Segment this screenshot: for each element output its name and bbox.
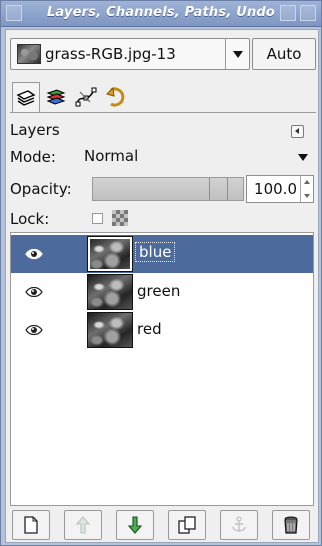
tabs-divider (10, 112, 316, 113)
lock-label: Lock: (10, 210, 50, 228)
layer-list[interactable]: blue green red (10, 232, 314, 506)
slider-divider (209, 178, 210, 200)
trash-icon (284, 516, 298, 534)
tab-paths[interactable] (72, 82, 100, 112)
maximize-button[interactable] (280, 5, 296, 21)
image-selector[interactable]: grass-RGB.jpg-13 (10, 38, 250, 70)
layer-row[interactable]: red (11, 311, 313, 349)
checkerboard-icon (112, 210, 128, 226)
opacity-label: Opacity: (10, 180, 72, 198)
title-bar[interactable]: Layers, Channels, Paths, Undo (1, 1, 321, 27)
layers-icon (16, 89, 36, 106)
anchor-layer-button[interactable] (220, 510, 258, 540)
tab-layers[interactable] (12, 82, 40, 112)
layer-row[interactable]: blue (11, 235, 313, 273)
undo-history-icon (106, 86, 125, 107)
layer-thumbnail[interactable] (87, 236, 133, 272)
opacity-value: 100.0 (254, 180, 297, 198)
image-selector-value: grass-RGB.jpg-13 (45, 45, 176, 63)
layer-actions-bar (6, 510, 318, 542)
raise-layer-button[interactable] (64, 510, 102, 540)
raise-layer-icon (75, 516, 91, 534)
mode-label: Mode: (10, 148, 56, 166)
paths-icon (75, 87, 97, 107)
duplicate-layer-icon (178, 516, 196, 534)
tab-channels[interactable] (42, 82, 70, 112)
layer-row[interactable]: green (11, 273, 313, 311)
lock-alpha-checkbox[interactable] (92, 213, 103, 224)
mode-value: Normal (84, 147, 139, 165)
layer-name[interactable]: green (137, 282, 180, 300)
mode-select[interactable]: Normal (80, 142, 314, 172)
eye-icon[interactable] (25, 248, 43, 260)
tab-undo-history[interactable] (102, 82, 130, 112)
duplicate-layer-button[interactable] (168, 510, 206, 540)
eye-icon[interactable] (25, 324, 43, 336)
close-button[interactable] (300, 5, 316, 21)
chevron-down-icon[interactable] (225, 39, 249, 69)
opacity-slider-fill (93, 178, 243, 200)
layers-panel-title: Layers (10, 121, 60, 139)
layer-name[interactable]: red (137, 320, 162, 338)
dock-tabs (10, 82, 316, 116)
layer-thumbnail[interactable] (87, 274, 133, 310)
slider-divider (227, 178, 228, 200)
new-layer-icon (24, 516, 38, 534)
delete-layer-button[interactable] (272, 510, 310, 540)
anchor-layer-icon (232, 516, 246, 532)
chevron-down-icon[interactable] (292, 142, 314, 172)
spin-up-icon[interactable] (304, 180, 310, 184)
layer-thumbnail[interactable] (87, 312, 133, 348)
dock-panel: grass-RGB.jpg-13 Auto Layers Mode: Norma… (5, 29, 319, 543)
channels-icon (46, 89, 66, 105)
window-title: Layers, Channels, Paths, Undo (46, 5, 276, 20)
tab-menu-button[interactable] (291, 125, 304, 138)
image-thumbnail (17, 44, 41, 64)
layers-dialog-window: Layers, Channels, Paths, Undo grass-RGB.… (0, 0, 322, 546)
spin-buttons[interactable] (300, 176, 313, 202)
opacity-slider[interactable] (92, 177, 244, 201)
lower-layer-icon (127, 516, 143, 534)
eye-icon[interactable] (25, 286, 43, 298)
lower-layer-button[interactable] (116, 510, 154, 540)
new-layer-button[interactable] (12, 510, 50, 540)
opacity-spinbutton[interactable]: 100.0 (246, 175, 314, 203)
auto-button[interactable]: Auto (252, 38, 316, 70)
layer-name[interactable]: blue (135, 242, 176, 262)
spin-down-icon[interactable] (304, 194, 310, 198)
